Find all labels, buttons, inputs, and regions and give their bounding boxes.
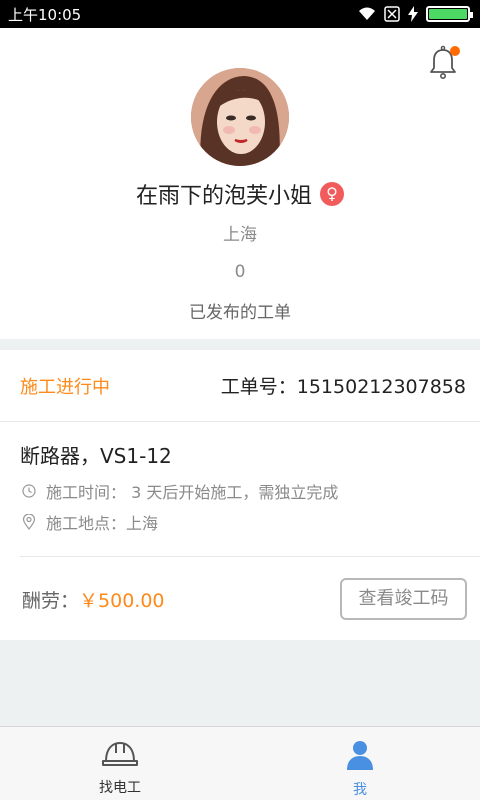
status-bar: 上午10:05 [0,0,480,28]
order-header: 施工进行中 工单号：15150212307858 [0,350,480,422]
avatar-illustration [191,68,289,166]
no-sim-icon [384,6,400,22]
order-status: 施工进行中 [20,376,110,398]
battery-fill [429,9,467,19]
charging-icon [408,6,418,22]
profile-city: 上海 [223,225,257,245]
order-divider [20,556,480,557]
tab-find-electrician[interactable]: 找电工 [0,727,240,800]
tab-bar: 找电工 我 [0,726,480,800]
notification-dot [450,46,460,56]
notification-button[interactable] [428,44,460,80]
view-completion-code-button[interactable]: 查看竣工码 [340,578,467,620]
female-gender-icon: ♀ [320,182,344,206]
hardhat-icon [102,741,138,766]
clock-icon [22,484,36,498]
status-icons [358,6,473,22]
published-label[interactable]: 已发布的工单 [0,298,480,323]
order-location-row: 施工地点：上海 [22,510,158,534]
tab-label: 找电工 [99,780,141,796]
order-location-text: 施工地点：上海 [46,514,159,533]
location-pin-icon [22,514,36,530]
order-card[interactable]: 施工进行中 工单号：15150212307858 断路器，VS1-12 施工时间… [0,350,480,640]
order-title: 断路器，VS1-12 [20,444,172,468]
profile-section: 在雨下的泡芙小姐 ♀ 上海 0 已发布的工单 [0,28,480,339]
profile-name: 在雨下的泡芙小姐 [135,184,312,209]
pay-value: ￥500.00 [79,590,165,612]
pay-row: 酬劳： ￥500.00 [22,586,165,613]
order-number: 工单号：15150212307858 [220,376,466,398]
profile-name-row: 在雨下的泡芙小姐 ♀ [0,178,480,210]
battery-icon [426,6,473,22]
order-time-row: 施工时间： 3 天后开始施工，需独立完成 [22,479,338,503]
tab-label: 我 [353,782,367,798]
tab-me[interactable]: 我 [240,727,480,800]
person-icon [347,741,373,770]
published-count[interactable]: 0 [0,262,480,282]
order-time-text: 施工时间： 3 天后开始施工，需独立完成 [46,483,339,502]
wifi-icon [358,7,376,21]
status-time: 上午10:05 [8,5,82,24]
avatar[interactable] [191,68,289,166]
pay-label: 酬劳： [22,590,80,612]
